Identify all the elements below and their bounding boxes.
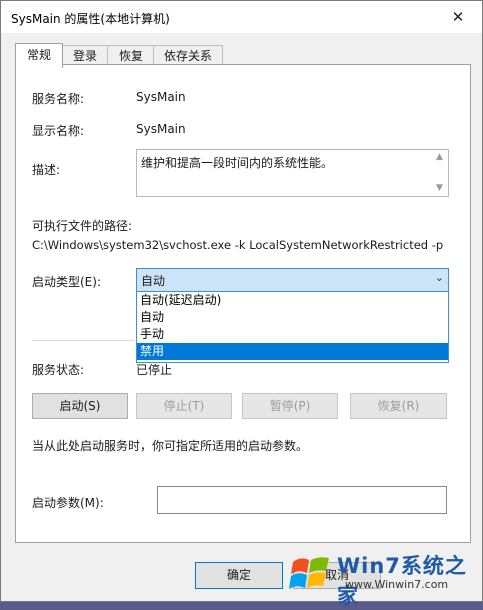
windows-logo-icon [289, 557, 329, 589]
option-disabled[interactable]: 禁用 [137, 343, 448, 360]
startup-type-label: 启动类型(E): [32, 275, 101, 289]
watermark: Win7系统之家 www.Winwin7.com [289, 548, 479, 608]
display-name-value: SysMain [136, 122, 186, 136]
tab-recovery[interactable]: 恢复 [107, 45, 155, 66]
watermark-url: www.Winwin7.com [345, 578, 449, 591]
description-text: 维护和提高一段时间内的系统性能。 [141, 156, 334, 170]
chevron-down-icon[interactable]: ⌄ [435, 271, 444, 284]
display-name-label: 显示名称: [32, 124, 85, 138]
tab-logon[interactable]: 登录 [61, 45, 109, 66]
startup-type-value: 自动 [141, 274, 166, 288]
stop-button[interactable]: 停止(T) [136, 393, 232, 419]
startup-type-select[interactable]: 自动 ⌄ [136, 268, 449, 292]
divider [32, 340, 135, 341]
path-label: 可执行文件的路径: [32, 219, 133, 233]
description-scrollbar[interactable]: ▲ ▼ [434, 150, 448, 196]
option-auto-delayed[interactable]: 自动(延迟启动) [137, 292, 448, 309]
option-manual[interactable]: 手动 [137, 326, 448, 343]
startup-hint: 当从此处启动服务时，你可指定所适用的启动参数。 [32, 439, 309, 453]
pause-button[interactable]: 暂停(P) [242, 393, 338, 419]
close-icon[interactable]: ✕ [440, 5, 476, 29]
tab-general[interactable]: 常规 [15, 43, 63, 68]
window-title: SysMain 的属性(本地计算机) [11, 12, 170, 26]
scroll-up-icon[interactable]: ▲ [436, 152, 443, 162]
start-params-label: 启动参数(M): [32, 496, 104, 510]
tab-dependencies[interactable]: 依存关系 [153, 45, 223, 66]
scroll-down-icon[interactable]: ▼ [436, 183, 443, 193]
properties-dialog: SysMain 的属性(本地计算机) ✕ 常规 登录 恢复 依存关系 服务名称:… [0, 0, 483, 602]
ok-button[interactable]: 确定 [195, 562, 283, 589]
start-button[interactable]: 启动(S) [32, 393, 128, 419]
description-label: 描述: [32, 163, 61, 177]
path-value: C:\Windows\system32\svchost.exe -k Local… [32, 238, 444, 252]
service-status-value: 已停止 [136, 363, 173, 377]
option-auto[interactable]: 自动 [137, 309, 448, 326]
service-name-label: 服务名称: [32, 92, 85, 106]
general-tab-panel: 服务名称: SysMain 显示名称: SysMain 描述: 维护和提高一段时… [15, 64, 471, 543]
start-params-input[interactable] [157, 486, 447, 514]
description-box[interactable]: 维护和提高一段时间内的系统性能。 ▲ ▼ [136, 149, 449, 197]
service-status-label: 服务状态: [32, 363, 85, 377]
service-name-value: SysMain [136, 90, 186, 104]
startup-type-dropdown: 自动(延迟启动) 自动 手动 禁用 [136, 291, 449, 363]
resume-button[interactable]: 恢复(R) [350, 393, 447, 419]
title-bar[interactable]: SysMain 的属性(本地计算机) ✕ [1, 1, 482, 33]
